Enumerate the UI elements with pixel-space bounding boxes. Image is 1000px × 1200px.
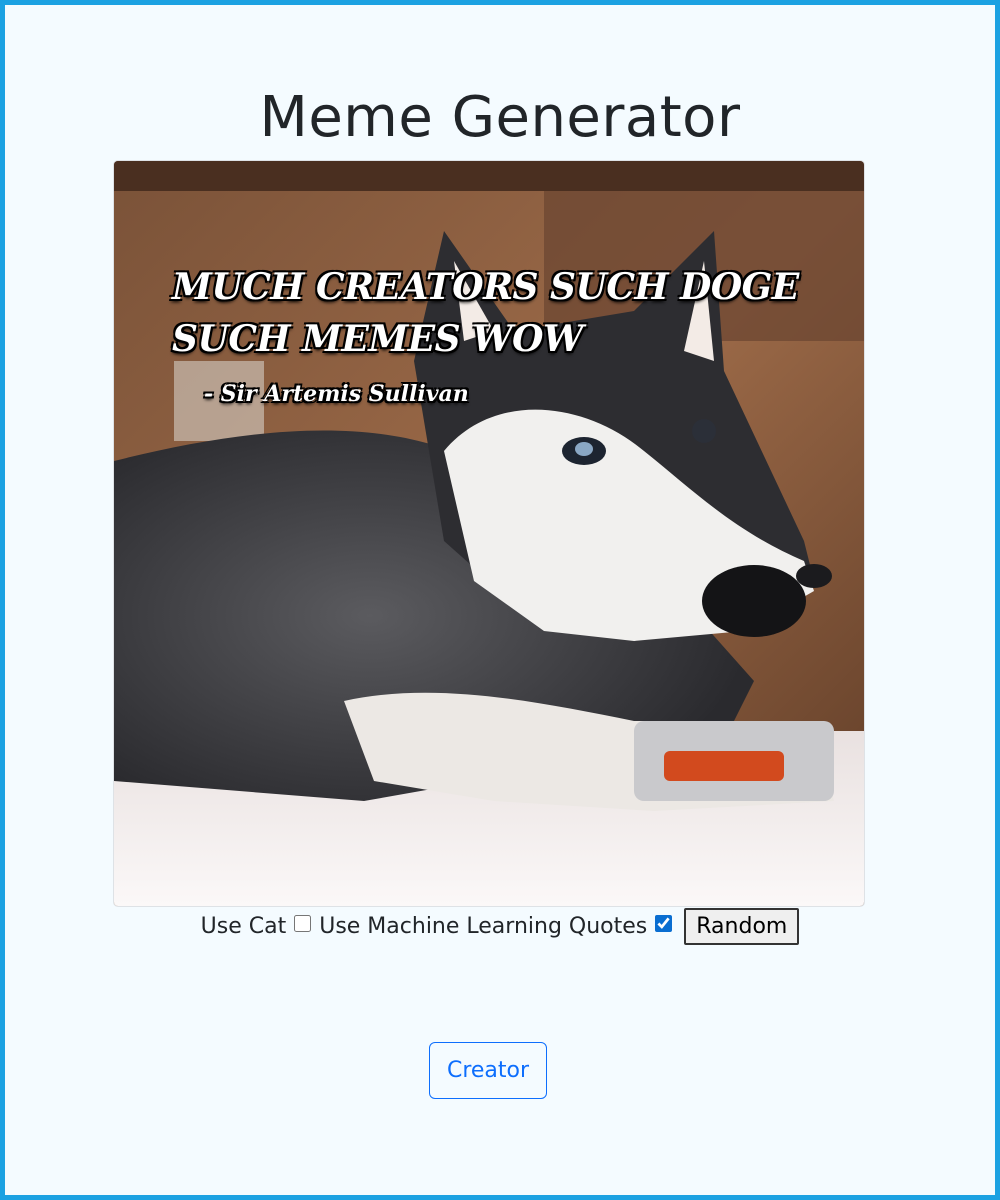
use-cat-checkbox[interactable]	[294, 915, 312, 932]
creator-button[interactable]: Creator	[429, 1042, 547, 1099]
meme-line-1: MUCH CREATORS SUCH DOGE	[172, 266, 799, 308]
meme-controls: Use Cat Use Machine Learning Quotes Rand…	[5, 908, 995, 945]
meme-line-2: SUCH MEMES WOW	[172, 318, 583, 360]
meme-attribution: - Sir Artemis Sullivan	[204, 381, 469, 407]
use-ml-quotes-checkbox[interactable]	[655, 915, 673, 932]
page-title: Meme Generator	[259, 85, 741, 150]
use-ml-quotes-label: Use Machine Learning Quotes	[319, 914, 648, 939]
meme-caption: MUCH CREATORS SUCH DOGE SUCH MEMES WOW -…	[172, 261, 812, 407]
use-cat-label: Use Cat	[200, 914, 287, 939]
random-button[interactable]: Random	[684, 908, 800, 945]
page: Meme Generator MUCH CREATORS SUCH DOGE S…	[5, 5, 995, 1195]
meme-image: MUCH CREATORS SUCH DOGE SUCH MEMES WOW -…	[113, 160, 865, 907]
